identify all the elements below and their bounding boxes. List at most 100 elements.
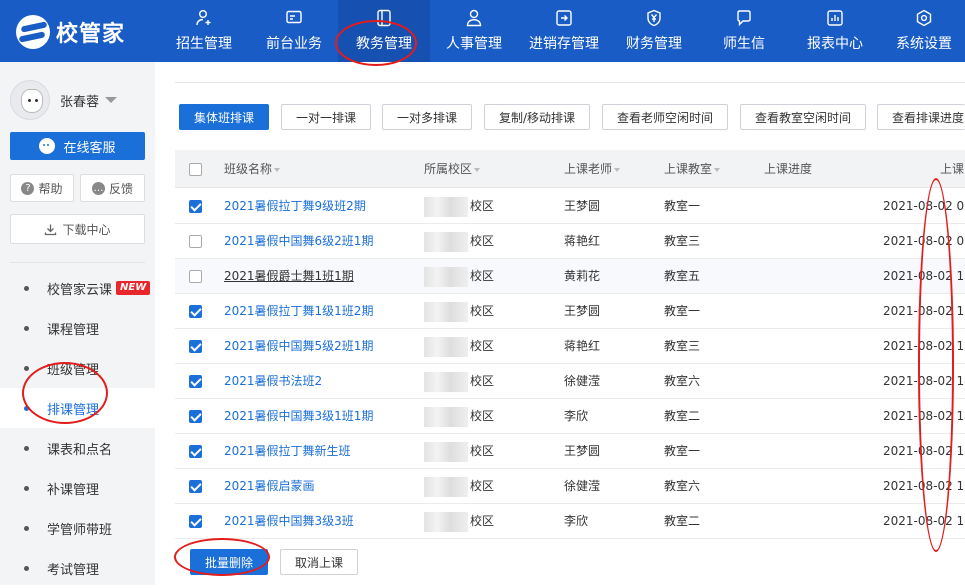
help-label: 帮助	[38, 181, 63, 196]
class-name-link[interactable]: 2021暑假中国舞6级2班1期	[224, 224, 373, 259]
table-row[interactable]: 2021暑假拉丁舞1级1班2期 校区 王梦圆 教室一 2021-08-02 10	[175, 294, 965, 329]
feedback-button[interactable]: … 反馈	[80, 174, 145, 202]
download-center-button[interactable]: 下载中心	[10, 214, 145, 244]
nav-item-reports[interactable]: 报表中心	[790, 0, 880, 62]
table-row[interactable]: 2021暑假爵士舞1班1期 校区 黄莉花 教室五 2021-08-02 10	[175, 259, 965, 294]
one-on-one-schedule-button[interactable]: 一对一排课	[281, 104, 371, 130]
table-row[interactable]: 2021暑假书法班2 校区 徐健滢 教室六 2021-08-02 14	[175, 364, 965, 399]
nav-item-messaging[interactable]: 师生信	[698, 0, 790, 62]
sort-icon	[274, 167, 281, 172]
class-name-link[interactable]: 2021暑假中国舞3级1班1期	[224, 399, 373, 434]
schedule-progress-button[interactable]: 查看排课进度	[877, 104, 965, 130]
row-checkbox[interactable]	[189, 340, 202, 353]
nav-item-hr[interactable]: 人事管理	[430, 0, 518, 62]
column-header-time[interactable]: 上课	[940, 150, 964, 188]
class-name-link[interactable]: 2021暑假中国舞5级2班1期	[224, 329, 373, 364]
campus-cell: 校区	[424, 504, 494, 539]
nav-item-settings[interactable]: 系统设置	[880, 0, 965, 62]
class-name-link[interactable]: 2021暑假书法班2	[224, 364, 322, 399]
sidebar-item-makeup-class[interactable]: 补课管理	[0, 468, 155, 508]
cancel-class-button[interactable]: 取消上课	[280, 549, 358, 575]
user-menu[interactable]: 张春蓉	[10, 80, 118, 120]
column-header-campus[interactable]: 所属校区	[424, 150, 481, 188]
content-divider	[175, 82, 965, 83]
nav-label: 教务管理	[356, 36, 412, 52]
yen-shield-icon	[647, 9, 661, 27]
sidebar-item-class-management[interactable]: 班级管理	[0, 348, 155, 388]
sidebar-item-cloud-class[interactable]: 校管家云课 NEW	[0, 268, 155, 308]
sidebar-item-exam-management[interactable]: 考试管理	[0, 548, 155, 588]
batch-delete-button[interactable]: 批量删除	[190, 549, 268, 575]
nav-label: 系统设置	[896, 36, 952, 52]
class-name-link[interactable]: 2021暑假爵士舞1班1期	[224, 259, 354, 294]
redacted-block	[424, 441, 468, 462]
class-name-link[interactable]: 2021暑假拉丁舞1级1班2期	[224, 294, 373, 329]
chat-bubble-icon	[39, 138, 56, 154]
sidebar-item-scheduling[interactable]: 排课管理	[0, 388, 155, 428]
online-service-button[interactable]: 在线客服	[10, 132, 145, 160]
feedback-icon: …	[91, 181, 105, 195]
class-name-link[interactable]: 2021暑假拉丁舞9级班2期	[224, 189, 366, 224]
row-checkbox[interactable]	[189, 270, 202, 283]
class-name-link[interactable]: 2021暑假拉丁舞新生班	[224, 434, 351, 469]
group-class-schedule-button[interactable]: 集体班排课	[179, 104, 269, 130]
chat-icon	[737, 10, 751, 27]
row-checkbox[interactable]	[189, 515, 202, 528]
table-row[interactable]: 2021暑假中国舞5级2班1期 校区 蒋艳红 教室三 2021-08-02 10	[175, 329, 965, 364]
table-row[interactable]: 2021暑假中国舞3级3班 校区 李欣 教室二 2021-08-02 17	[175, 504, 965, 539]
column-header-class-name[interactable]: 班级名称	[224, 150, 281, 188]
brand-logo[interactable]: 校管家	[16, 14, 125, 50]
redacted-block	[424, 301, 468, 322]
chevron-down-icon	[105, 97, 118, 103]
row-checkbox[interactable]	[189, 305, 202, 318]
class-name-link[interactable]: 2021暑假启蒙画	[224, 469, 315, 504]
table-row[interactable]: 2021暑假中国舞6级2班1期 校区 蒋艳红 教室三 2021-08-02 09	[175, 224, 965, 259]
campus-suffix: 校区	[470, 199, 495, 213]
nav-label: 人事管理	[446, 36, 502, 52]
user-name: 张春蓉	[60, 94, 100, 110]
campus-cell: 校区	[424, 434, 494, 469]
nav-label: 财务管理	[626, 36, 682, 52]
nav-item-inventory[interactable]: 进销存管理	[518, 0, 610, 62]
bullet-icon	[24, 445, 29, 451]
nav-label: 前台业务	[266, 36, 322, 52]
table-row[interactable]: 2021暑假拉丁舞新生班 校区 王梦圆 教室一 2021-08-02 15	[175, 434, 965, 469]
help-button[interactable]: ? 帮助	[10, 174, 74, 202]
teacher-availability-button[interactable]: 查看老师空闲时间	[602, 104, 728, 130]
row-checkbox[interactable]	[189, 410, 202, 423]
chart-icon	[827, 10, 843, 26]
classroom-availability-button[interactable]: 查看教室空闲时间	[740, 104, 866, 130]
campus-suffix: 校区	[470, 479, 495, 493]
sidebar-item-course-management[interactable]: 课程管理	[0, 308, 155, 348]
nav-item-front-desk[interactable]: 前台业务	[250, 0, 338, 62]
classroom-cell: 教室一	[664, 199, 701, 213]
classroom-cell: 教室三	[664, 234, 701, 248]
nav-item-academic[interactable]: 教务管理	[338, 0, 430, 62]
select-all-checkbox[interactable]	[189, 163, 202, 176]
sidebar-item-tutor-class[interactable]: 学管师带班	[0, 508, 155, 548]
row-checkbox[interactable]	[189, 235, 202, 248]
table-row[interactable]: 2021暑假启蒙画 校区 徐健滢 教室六 2021-08-02 16	[175, 469, 965, 504]
table-row[interactable]: 2021暑假拉丁舞9级班2期 校区 王梦圆 教室一 2021-08-02 08	[175, 189, 965, 224]
column-header-classroom[interactable]: 上课教室	[664, 150, 721, 188]
time-cell: 2021-08-02 14	[883, 409, 965, 423]
column-header-teacher[interactable]: 上课老师	[564, 150, 621, 188]
sidebar-item-timetable[interactable]: 课表和点名	[0, 428, 155, 468]
classroom-cell: 教室一	[664, 304, 701, 318]
row-checkbox[interactable]	[189, 375, 202, 388]
row-checkbox[interactable]	[189, 200, 202, 213]
redacted-block	[424, 231, 468, 252]
header-label: 上课	[940, 162, 965, 176]
table-row[interactable]: 2021暑假中国舞3级1班1期 校区 李欣 教室二 2021-08-02 14	[175, 399, 965, 434]
nav-item-finance[interactable]: 财务管理	[610, 0, 698, 62]
redacted-block	[424, 511, 468, 532]
class-name-link[interactable]: 2021暑假中国舞3级3班	[224, 504, 354, 539]
one-to-many-schedule-button[interactable]: 一对多排课	[382, 104, 472, 130]
nav-item-enrollment[interactable]: 招生管理	[158, 0, 250, 62]
row-checkbox[interactable]	[189, 445, 202, 458]
download-center-label: 下载中心	[62, 222, 111, 237]
row-checkbox[interactable]	[189, 480, 202, 493]
bullet-icon	[24, 565, 29, 571]
logo-icon	[16, 15, 50, 49]
copy-move-schedule-button[interactable]: 复制/移动排课	[484, 104, 590, 130]
